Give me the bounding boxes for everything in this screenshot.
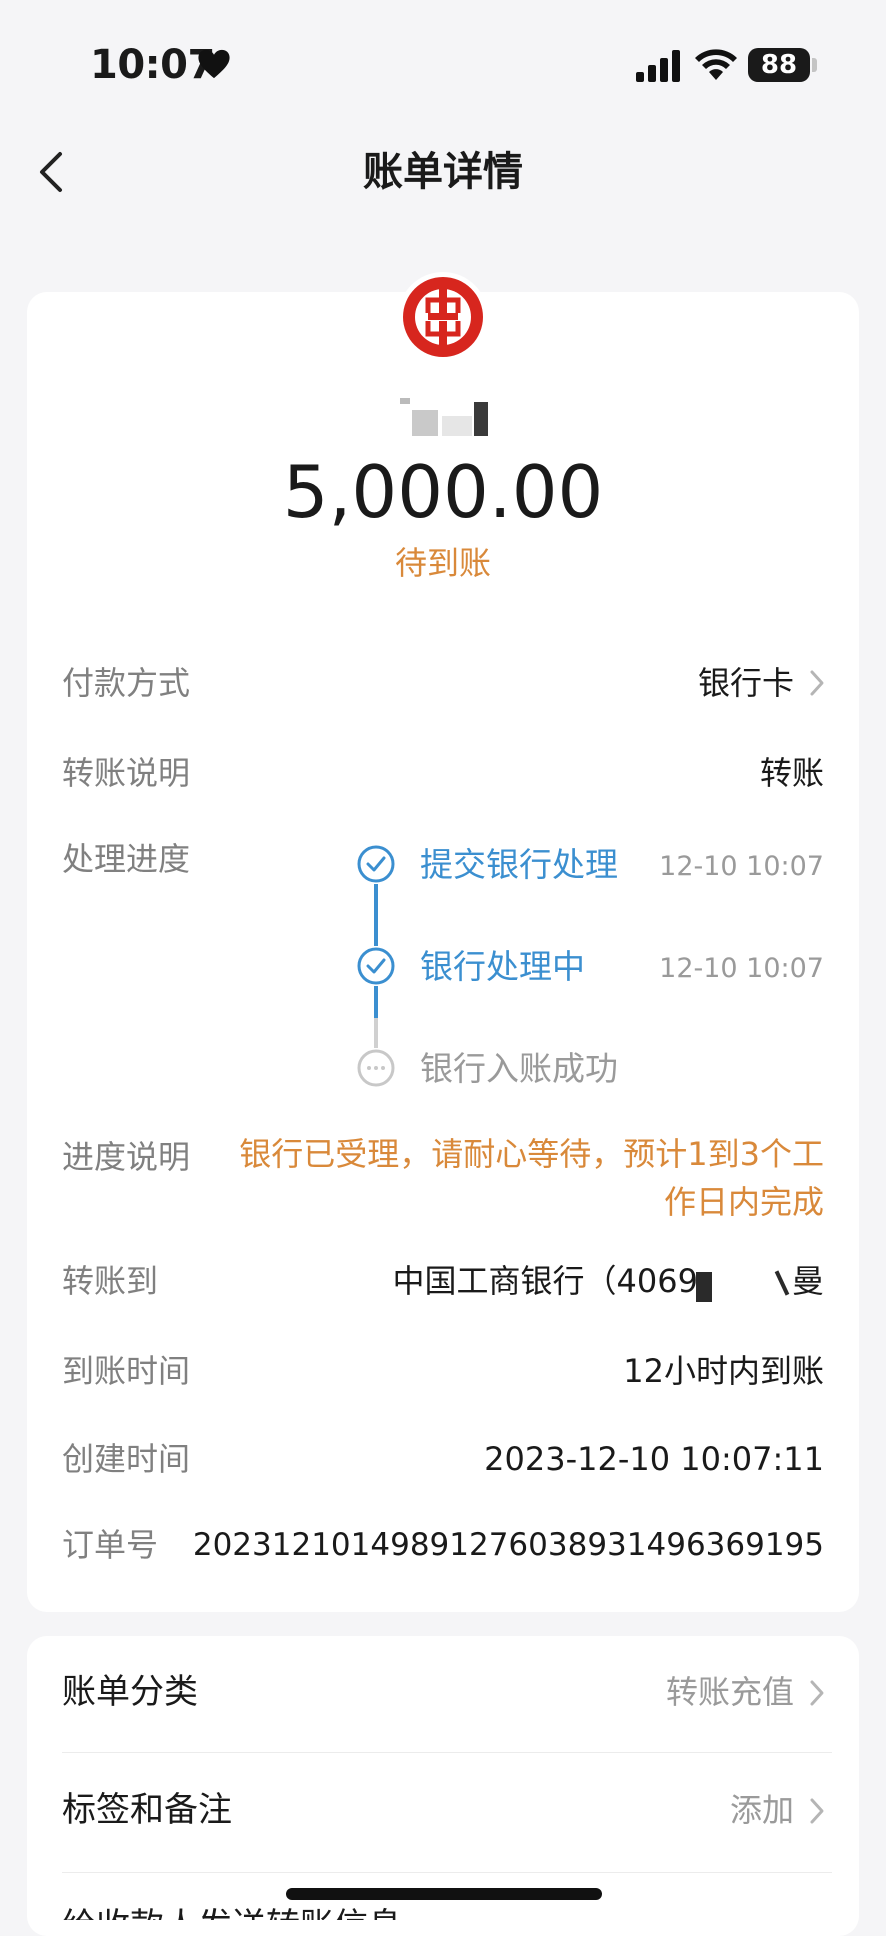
transfer-to-label: 转账到 bbox=[62, 1262, 159, 1300]
divider bbox=[62, 1752, 832, 1753]
battery-tip bbox=[812, 58, 817, 72]
timeline-step-time: 12-10 10:07 bbox=[659, 953, 824, 984]
chevron-right-icon[interactable] bbox=[806, 1794, 828, 1828]
pending-circle-icon bbox=[357, 1049, 395, 1087]
transfer-note-label: 转账说明 bbox=[62, 754, 191, 792]
bill-status: 待到账 bbox=[394, 544, 491, 582]
payment-method-value[interactable]: 银行卡 bbox=[698, 660, 794, 706]
transfer-note-value: 转账 bbox=[759, 754, 824, 792]
progress-desc-label: 进度说明 bbox=[62, 1138, 191, 1176]
tags-notes-label: 标签和备注 bbox=[62, 1790, 232, 1830]
order-no-label: 订单号 bbox=[62, 1526, 159, 1564]
timeline-step-label: 提交银行处理 bbox=[420, 845, 618, 884]
home-indicator bbox=[286, 1888, 602, 1900]
send-transfer-info-row[interactable]: 给收款人发送转账信息 bbox=[62, 1902, 402, 1920]
check-circle-icon bbox=[357, 845, 395, 883]
page-title: 账单详情 bbox=[363, 149, 523, 195]
timeline-step-time: 12-10 10:07 bbox=[659, 851, 824, 882]
order-no-value: 20231210149891276038931496369195 bbox=[192, 1527, 824, 1563]
timeline-line-done bbox=[374, 986, 378, 1018]
timeline-step-label: 银行处理中 bbox=[420, 947, 585, 986]
chevron-right-icon[interactable] bbox=[806, 666, 828, 700]
cellular-signal-icon bbox=[636, 50, 680, 82]
transfer-to-suffix: 曼 bbox=[791, 1262, 824, 1300]
battery-indicator: 88 bbox=[748, 48, 810, 82]
bill-amount: 5,000.00 bbox=[282, 450, 604, 534]
progress-desc-value: 银行已受理，请耐心等待，预计1到3个工作日内完成 bbox=[239, 1135, 824, 1221]
masked-account-block bbox=[696, 1272, 712, 1302]
payee-name-masked bbox=[398, 398, 494, 438]
heart-icon bbox=[198, 49, 230, 79]
status-bar: 10:07 88 bbox=[0, 0, 886, 130]
bill-category-label: 账单分类 bbox=[62, 1672, 198, 1712]
created-time-label: 创建时间 bbox=[62, 1440, 191, 1478]
bill-category-value[interactable]: 转账充值 bbox=[666, 1668, 794, 1716]
divider bbox=[62, 1872, 832, 1873]
payment-method-label: 付款方式 bbox=[62, 664, 191, 702]
check-circle-icon bbox=[357, 947, 395, 985]
chevron-right-icon[interactable] bbox=[806, 1676, 828, 1710]
arrival-time-label: 到账时间 bbox=[62, 1352, 191, 1390]
tags-notes-value[interactable]: 添加 bbox=[730, 1786, 794, 1834]
arrival-time-value: 12小时内到账 bbox=[623, 1352, 824, 1390]
icbc-logo bbox=[398, 272, 488, 362]
timeline-line-pending bbox=[374, 1018, 378, 1048]
progress-label: 处理进度 bbox=[62, 840, 191, 878]
timeline-line-done bbox=[374, 884, 378, 946]
timeline-step-label: 银行入账成功 bbox=[420, 1049, 618, 1088]
transfer-to-value: 中国工商银行（4069 bbox=[392, 1262, 698, 1300]
wifi-icon bbox=[695, 49, 737, 80]
created-time-value: 2023-12-10 10:07:11 bbox=[484, 1440, 824, 1478]
